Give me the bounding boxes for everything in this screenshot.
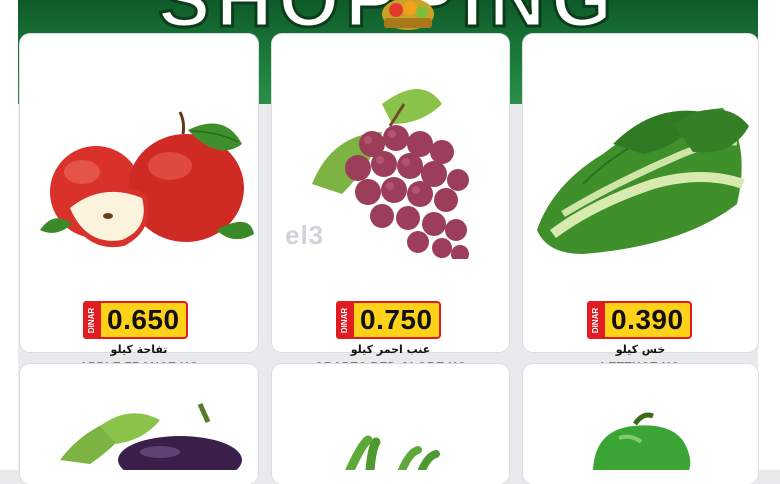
left-frame — [0, 0, 18, 470]
price-value: 0.650 — [101, 301, 188, 339]
product-card-eggplant[interactable] — [20, 364, 258, 484]
currency-label: DINAR — [336, 301, 354, 339]
green-pepper-icon — [593, 412, 691, 470]
product-card-green-beans[interactable] — [272, 364, 509, 484]
product-card-lettuce[interactable]: DINAR 0.390 خس كيلو LETTUCE KG — [523, 34, 758, 374]
green-beans-icon — [345, 435, 440, 470]
price-tag: DINAR 0.750 — [336, 301, 441, 339]
product-name-arabic: تفاحة كيلو — [110, 343, 168, 356]
right-frame — [758, 0, 780, 470]
product-name-arabic: خس كيلو — [615, 343, 666, 356]
product-card-green-pepper[interactable] — [523, 364, 758, 484]
apple-icon — [40, 111, 254, 248]
price-value: 0.750 — [354, 301, 441, 339]
price-tag: DINAR 0.390 — [587, 301, 692, 339]
product-name-arabic: عنب احمر كيلو — [350, 343, 431, 356]
price-tag: DINAR 0.650 — [83, 301, 188, 339]
currency-label: DINAR — [587, 301, 605, 339]
currency-label: DINAR — [83, 301, 101, 339]
price-value: 0.390 — [605, 301, 692, 339]
product-card-apple[interactable]: DINAR 0.650 تفاحة كيلو APPLE FRANCE KG — [20, 34, 258, 374]
product-card-grapes[interactable]: DINAR 0.750 عنب احمر كيلو GRAPES RED GLO… — [272, 34, 509, 374]
grapes-icon — [312, 89, 469, 259]
lettuce-icon — [537, 108, 749, 254]
basket-icon — [382, 0, 434, 30]
eggplant-icon — [60, 402, 242, 470]
